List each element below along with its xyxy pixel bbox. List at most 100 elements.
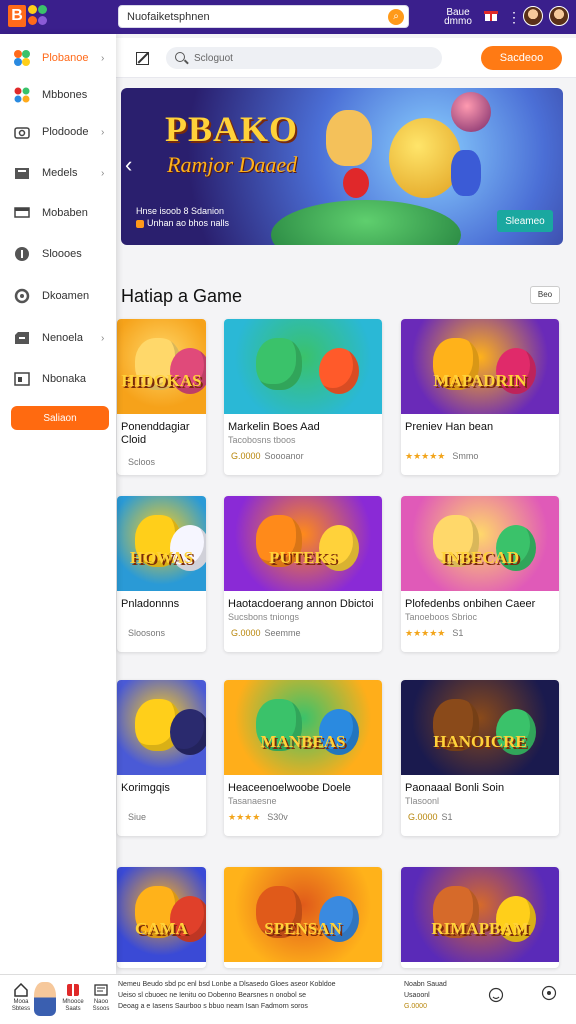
colorful-blocks-icon bbox=[13, 49, 31, 67]
game-card[interactable]: INBECAD Plofedenbs onbihen Caeer Tanoeboos… bbox=[401, 496, 559, 652]
avatar[interactable] bbox=[34, 982, 56, 1016]
tag-icon bbox=[92, 981, 110, 999]
bottom-nav-item-tag[interactable]: Naoo Ssoos bbox=[90, 981, 112, 1013]
search-input[interactable]: Scloguot bbox=[166, 47, 442, 69]
game-title: Korimgqis bbox=[121, 782, 170, 795]
game-title: Ponenddagiar Cloid bbox=[121, 421, 190, 447]
bottom-nav: Mooa Sbtess Mhooce Saats Naoo Ssoos Neme… bbox=[0, 974, 576, 1024]
thumbnail-title: MANBEAS bbox=[260, 732, 346, 751]
game-title-line: Paonaaal Bonli Soin bbox=[405, 782, 505, 794]
sidebar-item-sloooes[interactable]: Sloooes bbox=[0, 234, 116, 274]
game-card[interactable]: MAPADRIN Preniev Han bean ★★★★★ Smmo bbox=[401, 319, 559, 475]
sidebar-item-nenoela[interactable]: Nenoela › bbox=[0, 318, 116, 358]
sidebar-item-label: Dkoamen bbox=[42, 290, 90, 302]
footer-price: G.0000 bbox=[404, 1003, 427, 1010]
banner-caption: Hnse isoob 8 Sdanion bbox=[136, 206, 225, 216]
search-icon[interactable]: ⌕ bbox=[388, 9, 404, 25]
sidebar-item-medels[interactable]: Medels › bbox=[0, 153, 116, 193]
top-bar: B Nuofaiketsphnen ⌕ Baue dmmo ⋮ bbox=[0, 0, 576, 34]
sidebar-item-plobanoe[interactable]: Plobanoe › bbox=[0, 38, 116, 78]
avatar[interactable] bbox=[549, 6, 569, 26]
gift-icon bbox=[64, 981, 82, 999]
top-search-input[interactable]: Nuofaiketsphnen ⌕ bbox=[118, 5, 409, 28]
game-thumbnail: RIMAPBAM bbox=[401, 867, 559, 962]
sidebar-action-button[interactable]: Saliaon bbox=[11, 406, 109, 430]
info-icon bbox=[13, 245, 31, 263]
game-card[interactable]: Markelin Boes Aad Tacobosns tboos G.0000 So… bbox=[224, 319, 382, 475]
banner-stage bbox=[271, 200, 461, 245]
game-meta-text: Siue bbox=[128, 812, 147, 822]
home-icon bbox=[12, 981, 30, 999]
chevron-left-icon[interactable]: ‹ bbox=[125, 152, 132, 178]
help-icon[interactable] bbox=[541, 985, 559, 1003]
game-card[interactable]: HANOICRE Paonaaal Bonli Soin Tlasoonl G.000… bbox=[401, 680, 559, 836]
banner-button[interactable]: Sleameo bbox=[497, 210, 553, 232]
game-title-line: Haotacdoerang annon Dbictoi bbox=[228, 598, 374, 610]
game-title-line: Plofedenbs onbihen Caeer bbox=[405, 598, 536, 610]
secondary-toolbar: Scloguot Sacdeoo bbox=[116, 38, 576, 78]
footer-text: Ueiso sl cbuoec ne Ienitu oo Dobenno Bea… bbox=[118, 992, 306, 999]
face-icon[interactable] bbox=[488, 987, 506, 1005]
game-meta-text: Soooanor bbox=[264, 451, 304, 461]
game-card[interactable]: HOWAS Pnladonnns Sloosons bbox=[117, 496, 206, 652]
sidebar-item-label: Mbbones bbox=[42, 89, 88, 101]
banner-character bbox=[389, 118, 461, 198]
thumbnail-title: INBECAD bbox=[440, 548, 520, 567]
game-thumbnail: PUTEKS bbox=[224, 496, 382, 591]
game-card[interactable]: Korimgqis Siue bbox=[117, 680, 206, 836]
logo-letter: B bbox=[8, 5, 26, 27]
gift-icon[interactable] bbox=[483, 8, 499, 26]
game-thumbnail: CAMA bbox=[117, 867, 206, 962]
sidebar-item-plodoode[interactable]: Plodoode › bbox=[0, 112, 116, 152]
game-title-line: Preniev Han bean bbox=[405, 421, 494, 433]
game-meta-text: S30v bbox=[267, 812, 288, 822]
game-card[interactable]: MANBEAS Heaceenoelwoobe Doele Tasanaesne ★★… bbox=[224, 680, 382, 836]
footer-text: Noabn Sauad bbox=[404, 981, 447, 988]
expand-icon[interactable] bbox=[136, 52, 149, 65]
footer-text: Deoag a e Iasens Saurboo s bbuo neam Isa… bbox=[118, 1003, 308, 1010]
sort-select[interactable]: Beo bbox=[530, 286, 560, 304]
avatar[interactable] bbox=[523, 6, 543, 26]
game-meta: ★★★★★ S1 bbox=[405, 628, 463, 639]
game-card[interactable]: CAMA bbox=[117, 867, 206, 968]
game-thumbnail: MAPADRIN bbox=[401, 319, 559, 414]
game-thumbnail: HIDOKAS bbox=[117, 319, 206, 414]
game-meta: Sloosons bbox=[121, 628, 165, 638]
banner-caption: Unhan ao bhos nalls bbox=[147, 218, 230, 228]
game-title-line: Pnladonnns bbox=[121, 598, 180, 610]
sidebar-item-dkoamen[interactable]: Dkoamen bbox=[0, 276, 116, 316]
logo-blocks-icon bbox=[28, 5, 48, 27]
sidebar-item-mbbones[interactable]: Mbbones bbox=[0, 75, 116, 115]
top-search-value: Nuofaiketsphnen bbox=[127, 10, 210, 23]
game-meta-text: Smmo bbox=[452, 451, 479, 461]
thumbnail-title: RIMAPBAM bbox=[431, 919, 529, 938]
game-title: Pnladonnns bbox=[121, 598, 179, 611]
app-logo[interactable]: B bbox=[8, 5, 48, 29]
rating-stars: ★★★★ bbox=[228, 812, 261, 822]
hero-banner[interactable]: PBAKO Ramjor Daaed Hnse isoob 8 Sdanion … bbox=[121, 88, 563, 245]
thumbnail-title: CAMA bbox=[135, 919, 188, 938]
bottom-nav-item-home[interactable]: Mooa Sbtess bbox=[10, 981, 32, 1013]
sidebar: Plobanoe › Mbbones Plodoode › Medels › M… bbox=[0, 34, 116, 974]
character bbox=[170, 708, 206, 755]
game-card[interactable]: SPENSAN bbox=[224, 867, 382, 968]
sidebar-item-nbonaka[interactable]: Nbonaka bbox=[0, 359, 116, 399]
character bbox=[255, 338, 302, 390]
game-thumbnail: HOWAS bbox=[117, 496, 206, 591]
game-title: Heaceenoelwoobe Doele bbox=[228, 782, 351, 795]
game-card[interactable]: HIDOKAS Ponenddagiar Cloid Scloos bbox=[117, 319, 206, 475]
sidebar-item-mobaben[interactable]: Mobaben bbox=[0, 193, 116, 233]
banner-subtitle: Ramjor Daaed bbox=[167, 152, 298, 177]
chevron-right-icon: › bbox=[101, 52, 105, 64]
bottom-nav-item-gift[interactable]: Mhooce Saats bbox=[62, 981, 84, 1013]
banner-character bbox=[326, 110, 372, 166]
thumbnail-title: PUTEKS bbox=[268, 548, 338, 567]
top-bar-label[interactable]: Baue dmmo bbox=[444, 8, 472, 27]
primary-action-button[interactable]: Sacdeoo bbox=[481, 46, 562, 70]
game-card[interactable]: RIMAPBAM bbox=[401, 867, 559, 968]
game-meta: G.0000 Soooanor bbox=[228, 451, 304, 461]
game-card[interactable]: PUTEKS Haotacdoerang annon Dbictoi Sucsbon… bbox=[224, 496, 382, 652]
more-vertical-icon[interactable]: ⋮ bbox=[506, 8, 522, 26]
thumbnail-title: HOWAS bbox=[129, 548, 194, 567]
section-title: Hatiap a Game bbox=[121, 286, 243, 306]
